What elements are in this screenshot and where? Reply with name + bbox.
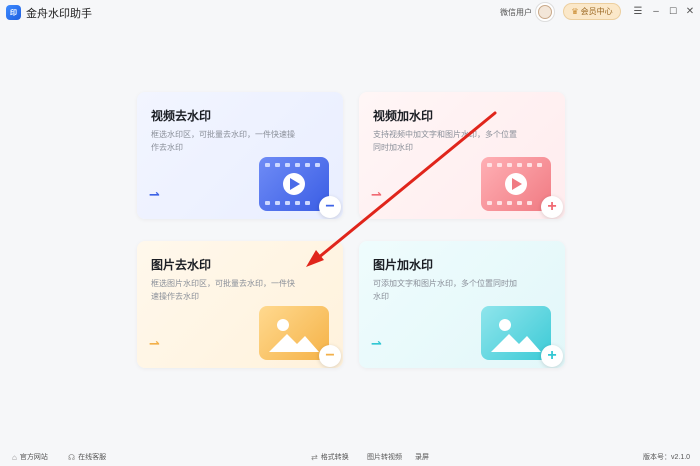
card-description: 框选水印区，可批量去水印，一件快速操作去水印	[151, 130, 295, 152]
record-link[interactable]: 录屏	[415, 452, 429, 462]
vip-center-label: 会员中心	[580, 7, 613, 16]
arrow-right-icon: ⇀	[149, 187, 160, 202]
annotation-arrow	[306, 111, 497, 267]
image-to-video-label: 图片转视频	[367, 454, 402, 461]
footer-bar: ⌂ 官方网站 ☊ 在线客服 ⇄ 格式转换 图片转视频 录屏 版本号：v2.1.0	[0, 446, 700, 466]
minimize-button[interactable]: –	[649, 4, 663, 18]
avatar-icon	[538, 5, 552, 19]
format-convert-label: 格式转换	[320, 454, 349, 461]
arrow-right-icon: ⇀	[149, 336, 160, 351]
card-description: 框选图片水印区，可批量去水印，一件快速操作去水印	[151, 279, 295, 301]
support-label: 在线客服	[78, 454, 107, 461]
support-link[interactable]: ☊ 在线客服	[68, 452, 106, 462]
add-button[interactable]: +	[541, 196, 563, 218]
image-to-video-link[interactable]: 图片转视频	[367, 452, 402, 462]
add-button[interactable]: +	[541, 345, 563, 367]
card-title: 视频加水印	[373, 109, 434, 123]
menu-button[interactable]: ☰	[631, 4, 645, 18]
user-name[interactable]: 微信用户	[500, 7, 532, 18]
crown-icon: ♛	[571, 7, 579, 16]
card-title: 视频去水印	[151, 109, 212, 123]
maximize-button[interactable]: ☐	[666, 4, 680, 18]
remove-button[interactable]: −	[319, 196, 341, 218]
close-button[interactable]: ✕	[683, 4, 697, 18]
card-video-remove-watermark[interactable]: 视频去水印 框选水印区，可批量去水印，一件快速操作去水印 ⇀ −	[137, 92, 343, 219]
website-link[interactable]: ⌂ 官方网站	[12, 452, 48, 462]
card-title: 图片加水印	[373, 258, 434, 272]
arrow-right-icon: ⇀	[371, 336, 382, 351]
app-logo-icon: 印	[6, 5, 21, 20]
card-description: 支持视频中加文字和图片水印，多个位置同时加水印	[373, 130, 517, 152]
avatar[interactable]	[535, 2, 555, 22]
arrow-right-icon: ⇀	[371, 187, 382, 202]
home-icon: ⌂	[12, 452, 17, 462]
card-video-add-watermark[interactable]: 视频加水印 支持视频中加文字和图片水印，多个位置同时加水印 ⇀ +	[359, 92, 565, 219]
card-title: 图片去水印	[151, 258, 212, 272]
remove-button[interactable]: −	[319, 345, 341, 367]
title-bar: 印 金舟水印助手 微信用户 ♛ 会员中心 ☰ – ☐ ✕	[0, 0, 700, 24]
app-title: 金舟水印助手	[26, 8, 92, 20]
website-label: 官方网站	[19, 454, 48, 461]
card-image-remove-watermark[interactable]: 图片去水印 框选图片水印区，可批量去水印，一件快速操作去水印 ⇀ −	[137, 241, 343, 368]
record-label: 录屏	[415, 454, 429, 461]
version-label: 版本号：v2.1.0	[643, 454, 691, 461]
convert-icon: ⇄	[311, 452, 318, 462]
format-convert-link[interactable]: ⇄ 格式转换	[311, 452, 349, 462]
version-text: 版本号：v2.1.0	[643, 452, 690, 462]
headset-icon: ☊	[68, 452, 76, 462]
vip-center-button[interactable]: ♛ 会员中心	[563, 3, 621, 20]
card-description: 可添加文字和图片水印，多个位置同时加水印	[373, 279, 517, 301]
card-image-add-watermark[interactable]: 图片加水印 可添加文字和图片水印，多个位置同时加水印 ⇀ +	[359, 241, 565, 368]
